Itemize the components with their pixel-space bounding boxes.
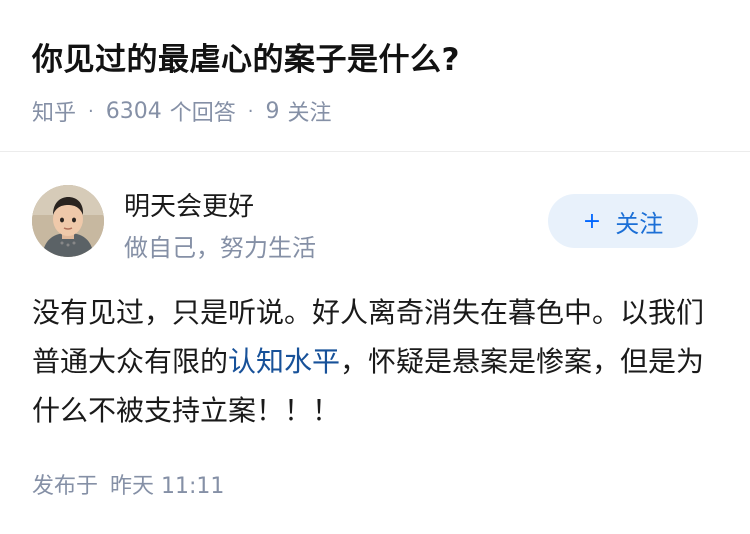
answer-count-label: 个回答 xyxy=(169,101,236,126)
avatar-photo xyxy=(32,185,104,257)
follow-count: 9 xyxy=(265,98,280,124)
answer-count: 6304 xyxy=(105,98,162,124)
source-label[interactable]: 知乎 xyxy=(32,95,76,127)
follow-count-label: 关注 xyxy=(287,101,332,126)
publish-label: 发布于 xyxy=(32,474,99,499)
question-meta: 知乎 · 6304 个回答 · 9 关注 xyxy=(32,95,332,127)
answer-link[interactable]: 认知水平 xyxy=(228,345,340,378)
question-title[interactable]: 你见过的最虐心的案子是什么? xyxy=(32,34,460,79)
meta-separator: · xyxy=(247,100,254,122)
publish-time: 发布于 昨天 11:11 xyxy=(32,468,224,500)
follow-button[interactable]: + 关注 xyxy=(548,194,698,248)
follow-button-label: 关注 xyxy=(615,209,664,238)
plus-icon: + xyxy=(582,208,602,234)
author-row: 明天会更好 做自己，努力生活 + 关注 xyxy=(32,182,718,262)
avatar[interactable] xyxy=(32,185,104,257)
publish-timestamp: 昨天 11:11 xyxy=(110,474,225,499)
author-name[interactable]: 明天会更好 xyxy=(124,186,254,223)
question-header: 你见过的最虐心的案子是什么? 知乎 · 6304 个回答 · 9 关注 xyxy=(0,0,750,152)
meta-separator: · xyxy=(88,100,94,122)
author-bio: 做自己，努力生活 xyxy=(124,234,316,262)
answer-body: 没有见过，只是听说。好人离奇消失在暮色中。以我们普通大众有限的认知水平，怀疑是悬… xyxy=(32,288,722,435)
